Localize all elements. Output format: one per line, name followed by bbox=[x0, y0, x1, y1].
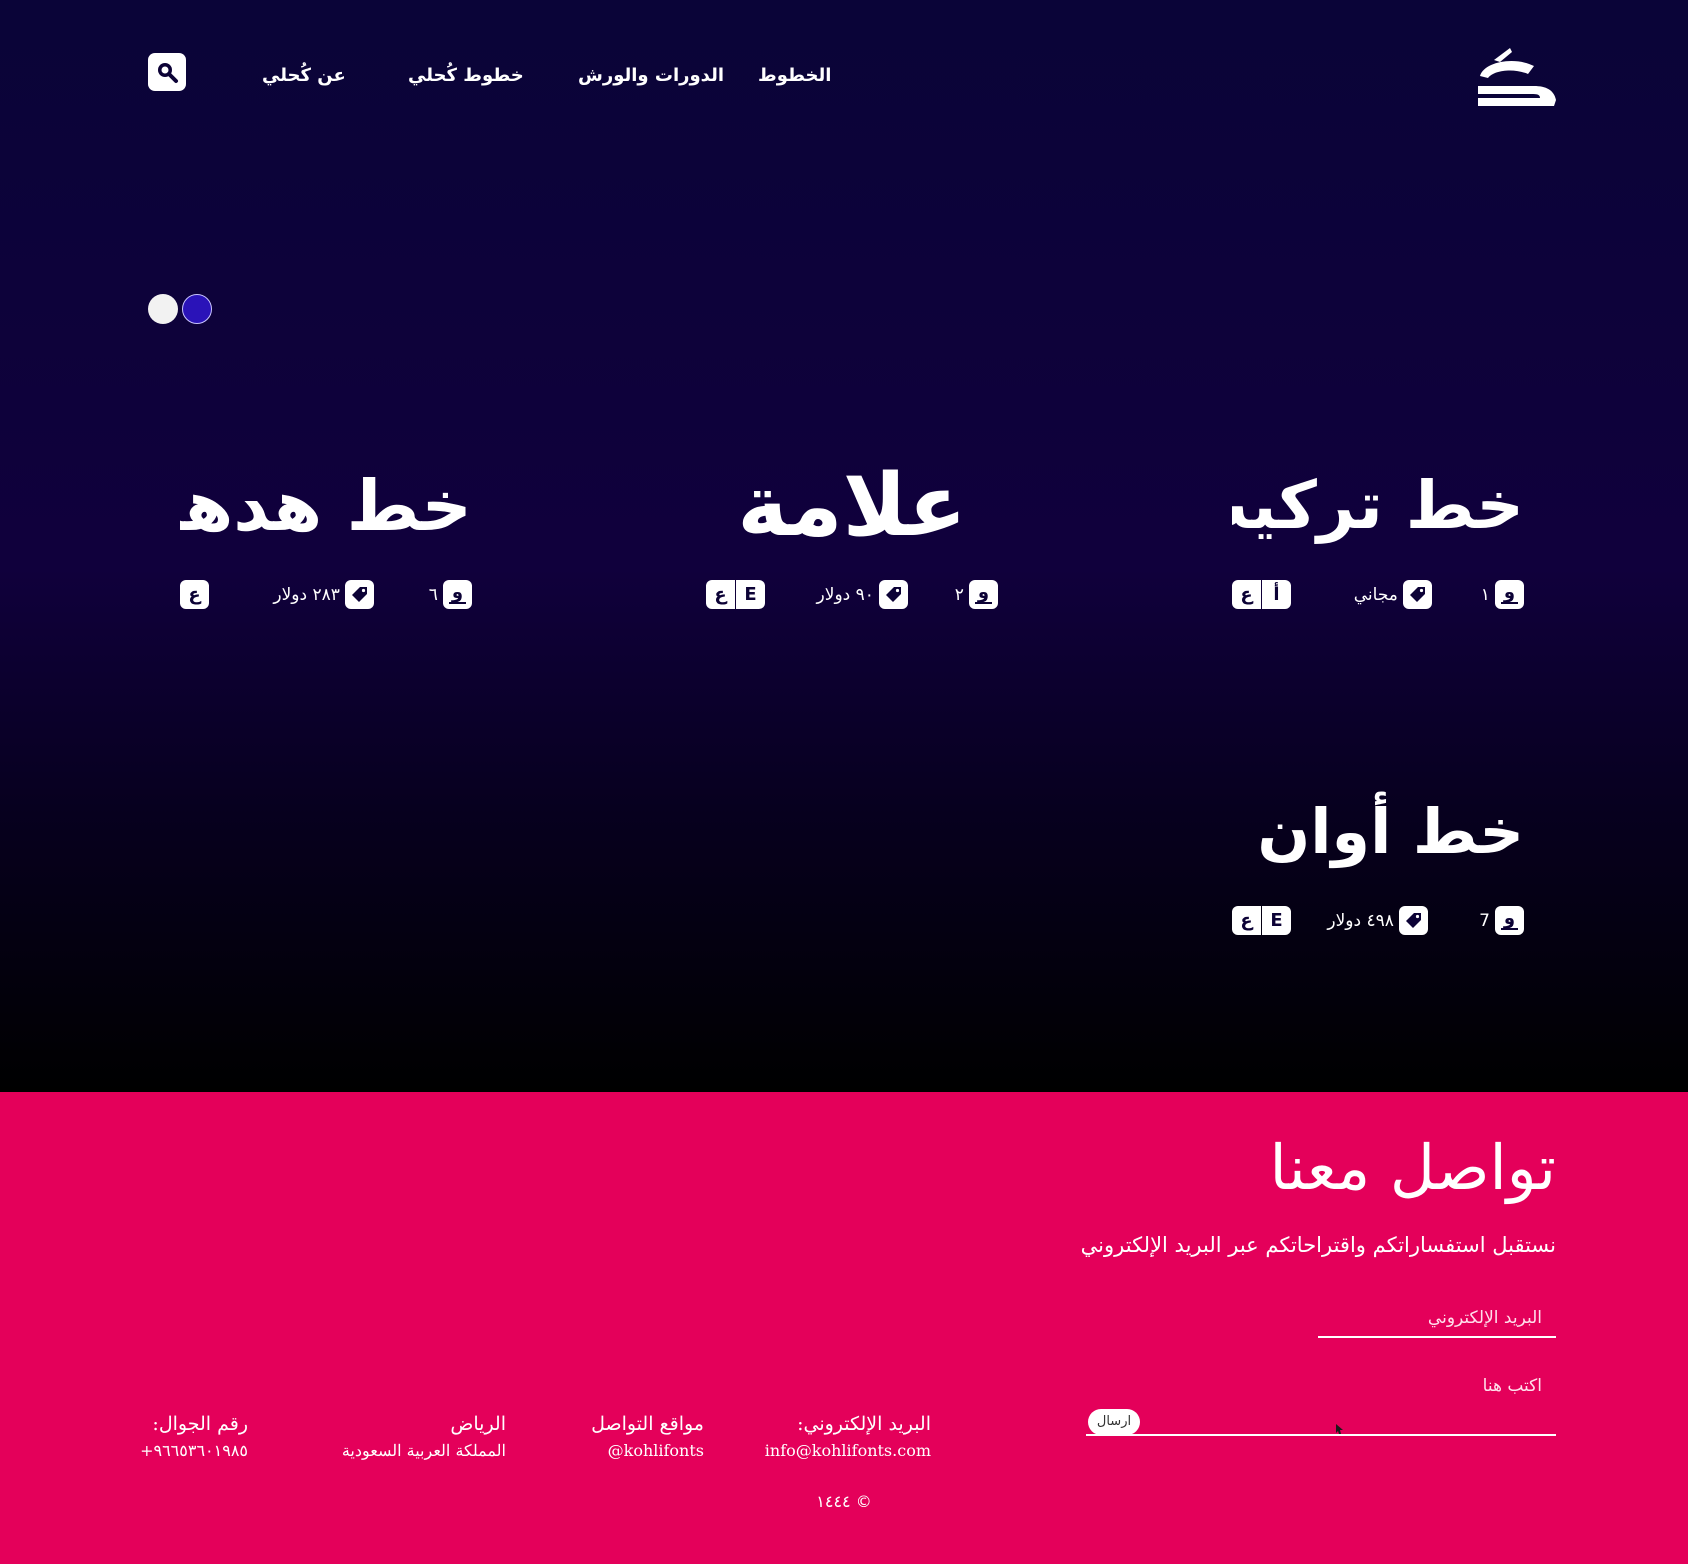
font-price: ٤٩٨ دولار bbox=[1327, 906, 1428, 936]
price-text: ٩٠ دولار bbox=[816, 585, 874, 605]
search-button[interactable] bbox=[148, 53, 186, 91]
footer-phone: رقم الجوال: +٩٦٦٥٣٦٠١٩٨٥ bbox=[140, 1410, 248, 1464]
nav-kohli-fonts[interactable]: خطوط كُحلي bbox=[408, 62, 524, 90]
copyright: © ١٤٤٤ bbox=[816, 1492, 872, 1511]
city-label: الرياض bbox=[450, 1413, 506, 1435]
country-text: المملكة العربية السعودية bbox=[341, 1441, 506, 1460]
send-button[interactable]: ارسال bbox=[1088, 1409, 1140, 1435]
slider-dot[interactable] bbox=[148, 294, 178, 324]
message-placeholder: اكتب هنا bbox=[1482, 1376, 1542, 1396]
font-card[interactable]: خط أوان زمان و 7 ٤٩٨ دولار عE bbox=[1232, 782, 1524, 942]
tag-icon bbox=[1403, 580, 1432, 609]
search-icon bbox=[158, 63, 178, 83]
font-card[interactable]: خط تركيب و ١ مجاني عأ bbox=[1232, 456, 1524, 616]
font-price: مجاني bbox=[1354, 580, 1432, 610]
email-field[interactable]: البريد الإلكتروني bbox=[1318, 1302, 1556, 1338]
email-placeholder: البريد الإلكتروني bbox=[1427, 1308, 1542, 1328]
mouse-cursor-icon bbox=[1336, 1424, 1343, 1434]
font-languages: ع bbox=[180, 580, 209, 610]
footer-social: مواقع التواصل @kohlifonts bbox=[591, 1410, 704, 1464]
contact-section: تواصل معنا نستقبل استفساراتكم واقتراحاتك… bbox=[0, 1092, 1688, 1564]
price-text: ٤٩٨ دولار bbox=[1327, 911, 1394, 931]
language-badge: ع bbox=[180, 580, 209, 609]
font-weights: و 7 bbox=[1479, 906, 1524, 936]
language-badge: E bbox=[1262, 906, 1291, 935]
font-card[interactable]: علامة و ٢ ٩٠ دولار عE bbox=[706, 456, 998, 616]
font-specimen: علامة bbox=[737, 456, 967, 556]
footer-location: الرياض المملكة العربية السعودية bbox=[342, 1410, 506, 1464]
font-weights: و ٦ bbox=[429, 580, 472, 610]
kohli-logo[interactable] bbox=[1474, 46, 1558, 110]
email-label: البريد الإلكتروني: bbox=[797, 1413, 931, 1435]
font-languages: عE bbox=[1232, 906, 1291, 936]
email-link[interactable]: info@kohlifonts.com bbox=[765, 1438, 931, 1464]
language-badge: أ bbox=[1262, 580, 1291, 609]
slider-dot-active[interactable] bbox=[182, 294, 212, 324]
language-badge: ع bbox=[1232, 906, 1261, 935]
font-price: ٩٠ دولار bbox=[817, 580, 908, 610]
font-specimen: خط أوان زمان bbox=[1232, 795, 1524, 868]
tag-icon bbox=[1399, 906, 1428, 935]
message-field[interactable]: اكتب هنا bbox=[1086, 1374, 1556, 1436]
nav-fonts[interactable]: الخطوط bbox=[758, 62, 831, 90]
font-weights: و ١ bbox=[1481, 580, 1524, 610]
social-handle-link[interactable]: @kohlifonts bbox=[591, 1438, 704, 1464]
language-badge: ع bbox=[706, 580, 735, 609]
font-specimen: خط تركيب bbox=[1232, 467, 1524, 544]
price-text: مجاني bbox=[1353, 585, 1398, 605]
weight-glyph-icon: و bbox=[969, 580, 998, 609]
footer-email: البريد الإلكتروني: info@kohlifonts.com bbox=[765, 1410, 931, 1464]
phone-number[interactable]: +٩٦٦٥٣٦٠١٩٨٥ bbox=[140, 1438, 248, 1464]
social-label: مواقع التواصل bbox=[591, 1413, 704, 1435]
tag-icon bbox=[345, 580, 374, 609]
phone-label: رقم الجوال: bbox=[152, 1413, 248, 1435]
nav-courses-workshops[interactable]: الدورات والورش bbox=[578, 62, 724, 90]
font-price: ٢٨٣ دولار bbox=[273, 580, 374, 610]
hero-section: الخطوط الدورات والورش خطوط كُحلي عن كُحل… bbox=[0, 0, 1688, 1092]
weights-count: ٦ bbox=[428, 585, 438, 605]
contact-subtitle: نستقبل استفساراتكم واقتراحاتكم عبر البري… bbox=[1080, 1233, 1556, 1257]
weights-count: 7 bbox=[1479, 911, 1490, 931]
font-specimen: خط هدهد bbox=[180, 465, 472, 547]
font-languages: عE bbox=[706, 580, 765, 610]
font-languages: عأ bbox=[1232, 580, 1291, 610]
tag-icon bbox=[879, 580, 908, 609]
language-badge: E bbox=[736, 580, 765, 609]
weights-count: ١ bbox=[1480, 585, 1490, 605]
weight-glyph-icon: و bbox=[1495, 906, 1524, 935]
weights-count: ٢ bbox=[954, 585, 964, 605]
price-text: ٢٨٣ دولار bbox=[273, 585, 340, 605]
font-card[interactable]: خط هدهد و ٦ ٢٨٣ دولار ع bbox=[180, 456, 472, 616]
language-badge: ع bbox=[1232, 580, 1261, 609]
contact-title: تواصل معنا bbox=[1269, 1131, 1556, 1204]
weight-glyph-icon: و bbox=[1495, 580, 1524, 609]
nav-about[interactable]: عن كُحلي bbox=[262, 62, 346, 90]
weight-glyph-icon: و bbox=[443, 580, 472, 609]
font-weights: و ٢ bbox=[955, 580, 998, 610]
